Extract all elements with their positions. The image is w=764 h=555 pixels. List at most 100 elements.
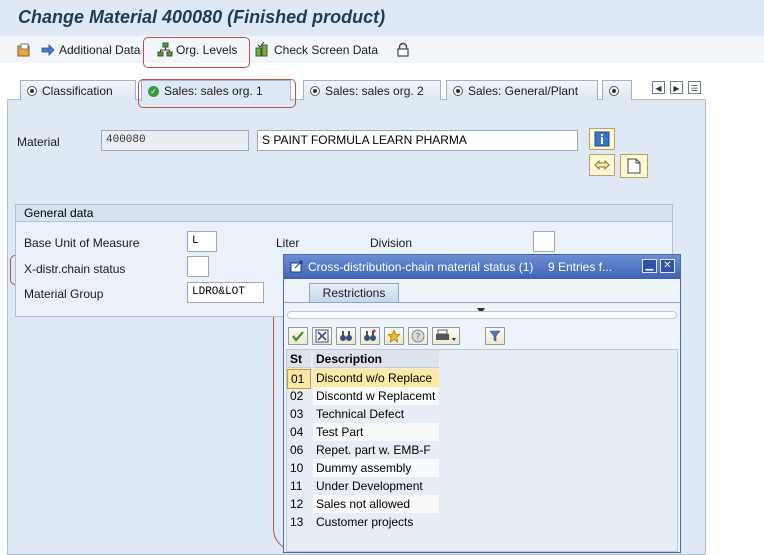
list-item-description: Repet. part w. EMB-F	[316, 443, 431, 457]
list-item[interactable]: 01 Discontd w/o Replace	[287, 369, 439, 389]
list-item-description: Test Part	[313, 423, 439, 441]
print-menu-button[interactable]	[432, 327, 460, 345]
dialog-title-bar[interactable]: Cross-distribution-chain material status…	[284, 255, 680, 279]
save-button[interactable]	[16, 41, 35, 59]
close-button[interactable]: ✕	[660, 259, 675, 273]
save-icon	[17, 43, 30, 57]
additional-data-button[interactable]: Additional Data	[40, 41, 140, 59]
checkmark-icon	[292, 331, 304, 342]
list-item[interactable]: 02 Discontd w Replacemt	[287, 387, 439, 405]
radio-icon	[310, 85, 320, 96]
list-item-description: Customer projects	[316, 515, 414, 529]
check-screen-icon	[255, 42, 268, 57]
list-item[interactable]: 13 Customer projects	[287, 513, 439, 531]
cancel-button[interactable]	[312, 327, 332, 345]
list-item[interactable]: 10 Dummy assembly	[287, 459, 439, 477]
list-item-status: 04	[290, 425, 304, 439]
column-header-description[interactable]: Description	[313, 350, 439, 368]
dialog-title: Cross-distribution-chain material status…	[308, 260, 534, 274]
base-uom-field[interactable]: L	[187, 231, 217, 252]
tab-label: Sales: General/Plant	[468, 83, 579, 98]
favorites-button[interactable]	[384, 327, 404, 345]
tab-scroll-right-button[interactable]: ▶	[670, 81, 683, 94]
material-number-field: 400080	[101, 130, 249, 151]
value-list: St Description 01 Discontd w/o Replace 0…	[286, 349, 678, 552]
tab-sales-general-plant[interactable]: Sales: General/Plant	[446, 80, 598, 100]
tab-label: Classification	[42, 83, 113, 98]
base-uom-text: Liter	[276, 236, 300, 250]
division-field[interactable]	[533, 231, 555, 252]
binoculars-plus-icon	[364, 329, 376, 341]
tab-list-button[interactable]: ☰	[688, 81, 701, 94]
radio-icon	[609, 85, 619, 96]
lock-icon	[397, 42, 409, 57]
minimize-icon: ▁	[645, 260, 654, 271]
tab-more[interactable]	[602, 80, 632, 100]
dialog-toolbar: ?	[284, 327, 680, 347]
cancel-icon	[315, 329, 329, 343]
list-item[interactable]: 06 Repet. part w. EMB-F	[287, 441, 439, 459]
title-bar: Change Material 400080 (Finished product…	[0, 0, 764, 37]
list-item-description: Discontd w Replacemt	[313, 387, 439, 405]
general-data-heading: General data	[16, 205, 672, 222]
help-button[interactable]: ?	[408, 327, 428, 345]
tab-restrictions[interactable]: Restrictions	[309, 283, 399, 302]
radio-icon	[27, 85, 37, 96]
list-item[interactable]: 11 Under Development	[287, 477, 439, 495]
list-item[interactable]: 12 Sales not allowed	[287, 495, 439, 513]
info-button[interactable]	[589, 128, 615, 150]
column-header-status[interactable]: St	[287, 350, 311, 368]
restrictions-divider	[284, 302, 680, 303]
list-item[interactable]: 04 Test Part	[287, 423, 439, 441]
column-header-status-label: St	[290, 352, 302, 366]
close-icon: ✕	[663, 260, 672, 271]
material-group-field[interactable]: LDRO&LOT	[187, 282, 264, 303]
additional-data-label: Additional Data	[59, 43, 141, 57]
list-item-description: Sales not allowed	[313, 495, 439, 513]
column-header-description-label: Description	[316, 352, 383, 366]
filter-icon	[489, 330, 501, 342]
xdistr-chain-status-field[interactable]	[187, 256, 209, 277]
arrow-right-icon	[41, 44, 55, 56]
document-icon	[627, 158, 641, 174]
window-title: Change Material 400080 (Finished product…	[18, 7, 386, 27]
star-icon	[387, 329, 401, 343]
base-uom-label: Base Unit of Measure	[24, 236, 140, 250]
lock-button[interactable]	[395, 41, 414, 59]
list-item-status: 03	[290, 407, 304, 421]
annotation-sales-tab	[138, 79, 296, 108]
hierarchy-button[interactable]	[589, 154, 615, 176]
find-button[interactable]	[336, 327, 356, 345]
list-item-status: 12	[290, 497, 304, 511]
svg-text:?: ?	[416, 333, 421, 343]
tab-label: Sales: sales org. 2	[325, 83, 424, 98]
list-item-status: 01	[287, 369, 311, 389]
sort-button[interactable]	[485, 327, 505, 345]
list-item-status: 11	[290, 479, 303, 493]
tab-scroll-left-button[interactable]: ◀	[652, 81, 665, 94]
printer-icon	[436, 329, 456, 341]
document-button[interactable]	[620, 154, 648, 178]
list-item-description: Under Development	[316, 479, 423, 493]
tab-sales-org-2[interactable]: Sales: sales org. 2	[303, 80, 441, 100]
material-group-label: Material Group	[24, 287, 104, 301]
find-next-button[interactable]	[360, 327, 380, 345]
info-icon	[594, 131, 610, 147]
dialog-window-icon	[290, 260, 303, 273]
list-item-description: Technical Defect	[316, 407, 405, 421]
list-item-status: 02	[290, 389, 304, 403]
material-description-field[interactable]: S PAINT FORMULA LEARN PHARMA	[257, 130, 578, 151]
dialog-entry-count: 9 Entries f...	[548, 260, 613, 274]
link-arrows-icon	[594, 159, 610, 171]
restrictions-splitter[interactable]	[287, 311, 677, 319]
value-help-dialog: Cross-distribution-chain material status…	[283, 254, 681, 553]
list-item-status: 06	[290, 443, 304, 457]
continue-button[interactable]	[288, 327, 308, 345]
list-item[interactable]: 03 Technical Defect	[287, 405, 439, 423]
minimize-button[interactable]: ▁	[642, 259, 657, 273]
tab-classification[interactable]: Classification	[20, 80, 136, 100]
application-toolbar: Additional Data Org. Levels Check Screen…	[0, 36, 764, 63]
check-screen-data-button[interactable]: Check Screen Data	[255, 41, 378, 59]
division-label: Division	[370, 236, 413, 250]
radio-icon	[453, 85, 463, 96]
